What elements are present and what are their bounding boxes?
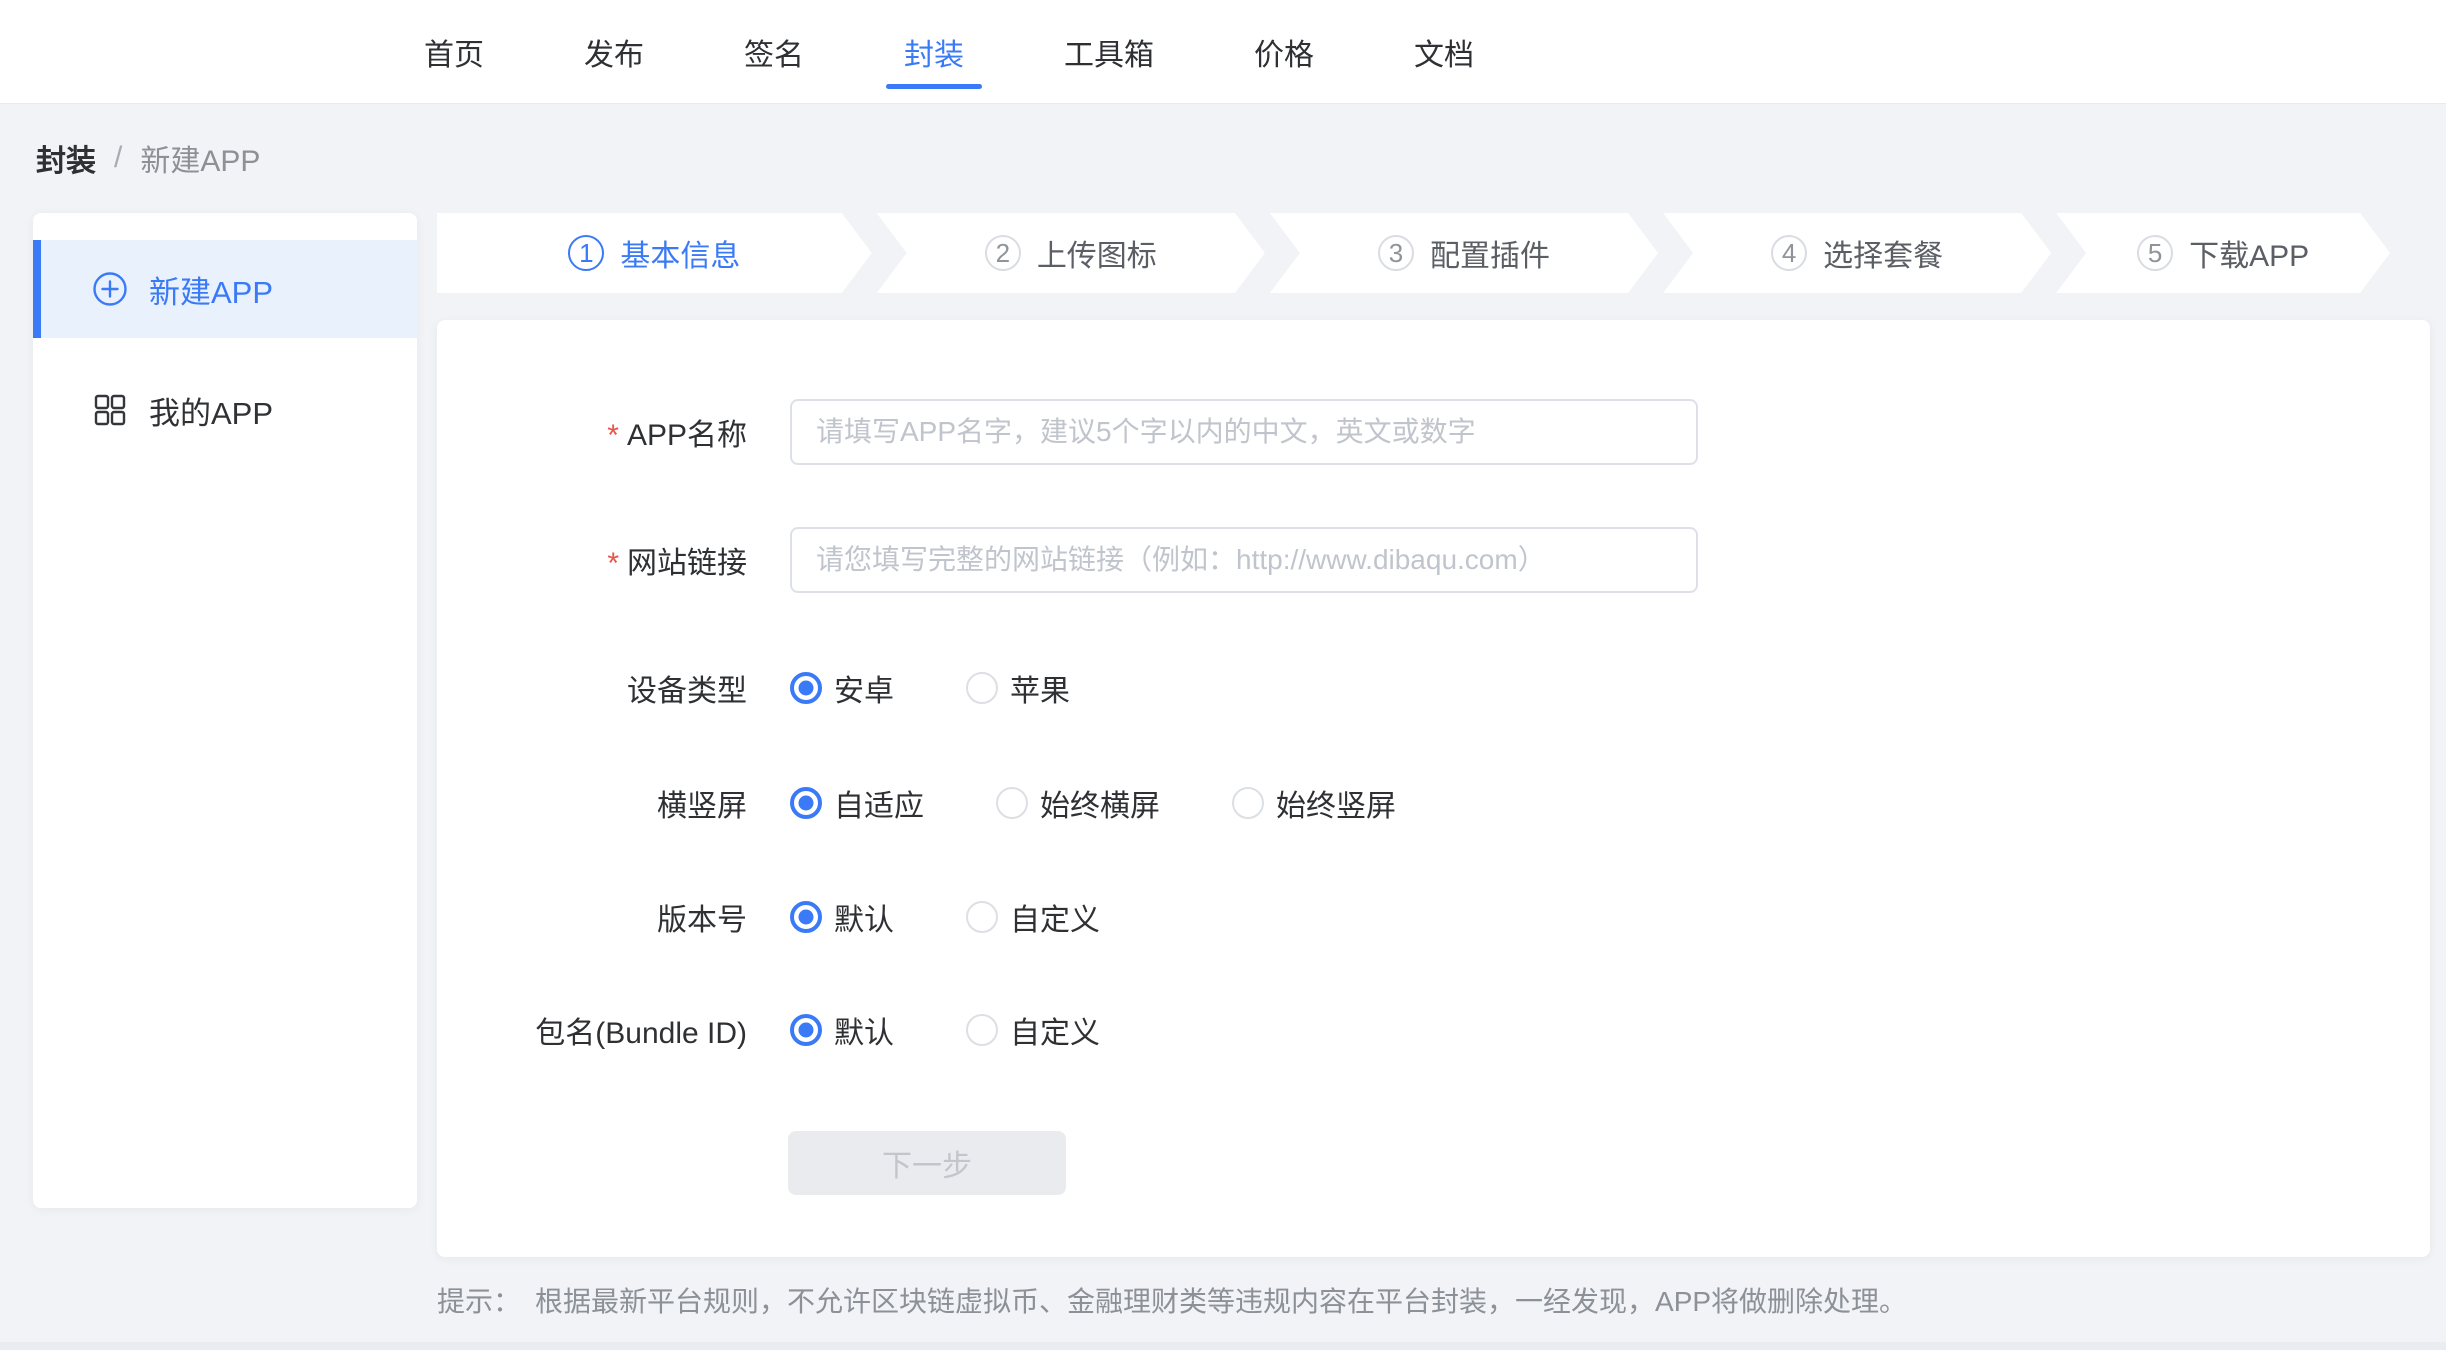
radio-selected-icon[interactable]	[790, 901, 822, 933]
step-upload-icon[interactable]: 2 上传图标	[877, 213, 1265, 293]
radio-option-always-landscape[interactable]: 始终横屏	[996, 781, 1160, 825]
form-row-device-type: 设备类型 安卓 苹果	[437, 666, 2430, 710]
radio-unselected-icon[interactable]	[966, 672, 998, 704]
field-label: 设备类型	[437, 666, 747, 710]
radio-unselected-icon[interactable]	[966, 901, 998, 933]
step-number: 1	[568, 235, 604, 271]
field-label: 包名(Bundle ID)	[437, 1008, 747, 1052]
hint-text: 根据最新平台规则，不允许区块链虚拟币、金融理财类等违规内容在平台封装，一经发现，…	[535, 1280, 1907, 1320]
step-number: 5	[2137, 235, 2173, 271]
step-basic-info[interactable]: 1 基本信息	[437, 213, 872, 293]
step-number: 3	[1378, 235, 1414, 271]
field-label: 版本号	[437, 895, 747, 939]
field-label: 横竖屏	[437, 781, 747, 825]
step-label: 选择套餐	[1823, 231, 1943, 275]
step-select-plan[interactable]: 4 选择套餐	[1663, 213, 2051, 293]
radio-selected-icon[interactable]	[790, 672, 822, 704]
site-url-input[interactable]	[790, 527, 1698, 593]
required-marker: *	[607, 547, 619, 580]
radio-option-version-custom[interactable]: 自定义	[966, 895, 1100, 939]
nav-item-price[interactable]: 价格	[1254, 30, 1314, 74]
form-row-app-name: *APP名称	[437, 399, 2430, 465]
breadcrumb-root[interactable]: 封装	[36, 136, 96, 180]
plus-circle-icon	[93, 272, 127, 306]
step-label: 配置插件	[1430, 231, 1550, 275]
breadcrumb: 封装 / 新建APP	[36, 136, 260, 180]
breadcrumb-current: 新建APP	[140, 136, 260, 180]
radio-selected-icon[interactable]	[790, 787, 822, 819]
radio-option-always-portrait[interactable]: 始终竖屏	[1232, 781, 1396, 825]
form-row-orientation: 横竖屏 自适应 始终横屏 始终竖屏	[437, 781, 2430, 825]
form-row-site-url: *网站链接	[437, 527, 2430, 593]
radio-unselected-icon[interactable]	[1232, 787, 1264, 819]
radio-option-ios[interactable]: 苹果	[966, 666, 1070, 710]
sidebar-item-new-app[interactable]: 新建APP	[33, 240, 417, 338]
radio-option-android[interactable]: 安卓	[790, 666, 894, 710]
step-label: 基本信息	[620, 231, 740, 275]
nav-item-sign[interactable]: 签名	[744, 30, 804, 74]
nav-item-package[interactable]: 封装	[904, 30, 964, 74]
active-indicator-bar	[33, 240, 41, 338]
nav-item-toolbox[interactable]: 工具箱	[1064, 30, 1154, 74]
step-wizard: 1 基本信息 2 上传图标 3 配置插件 4 选择套餐 5 下载APP	[437, 213, 2390, 293]
radio-option-adaptive[interactable]: 自适应	[790, 781, 924, 825]
sidebar-item-label: 新建APP	[149, 267, 273, 312]
step-label: 上传图标	[1037, 231, 1157, 275]
nav-item-home[interactable]: 首页	[424, 30, 484, 74]
footer-strip	[0, 1342, 2446, 1350]
page: 首页 发布 签名 封装 工具箱 价格 文档 封装 / 新建APP 新建APP	[0, 0, 2446, 1350]
top-header: 首页 发布 签名 封装 工具箱 价格 文档	[0, 0, 2446, 104]
radio-unselected-icon[interactable]	[996, 787, 1028, 819]
nav-item-publish[interactable]: 发布	[584, 30, 644, 74]
breadcrumb-separator: /	[114, 141, 122, 175]
field-label: *网站链接	[437, 538, 747, 582]
step-number: 2	[985, 235, 1021, 271]
step-label: 下载APP	[2189, 231, 2309, 275]
radio-option-bundle-custom[interactable]: 自定义	[966, 1008, 1100, 1052]
form-row-bundle-id: 包名(Bundle ID) 默认 自定义	[437, 1008, 2430, 1052]
sidebar-item-my-apps[interactable]: 我的APP	[33, 361, 417, 459]
sidebar-item-label: 我的APP	[149, 388, 273, 433]
step-download-app[interactable]: 5 下载APP	[2056, 213, 2390, 293]
sidebar: 新建APP 我的APP	[33, 213, 417, 1208]
radio-selected-icon[interactable]	[790, 1014, 822, 1046]
hint-prefix: 提示：	[437, 1280, 521, 1320]
radio-option-bundle-default[interactable]: 默认	[790, 1008, 894, 1052]
radio-option-version-default[interactable]: 默认	[790, 895, 894, 939]
step-configure-plugins[interactable]: 3 配置插件	[1270, 213, 1658, 293]
main-nav: 首页 发布 签名 封装 工具箱 价格 文档	[424, 0, 1474, 104]
field-label: *APP名称	[437, 410, 747, 454]
step-number: 4	[1771, 235, 1807, 271]
next-step-button[interactable]: 下一步	[788, 1131, 1066, 1195]
required-marker: *	[607, 419, 619, 452]
radio-unselected-icon[interactable]	[966, 1014, 998, 1046]
app-name-input[interactable]	[790, 399, 1698, 465]
form-row-version: 版本号 默认 自定义	[437, 895, 2430, 939]
platform-rules-hint: 提示： 根据最新平台规则，不允许区块链虚拟币、金融理财类等违规内容在平台封装，一…	[437, 1280, 1907, 1320]
grid-icon	[93, 393, 127, 427]
new-app-form: *APP名称 *网站链接 设备类型 安卓	[437, 320, 2430, 1257]
nav-item-docs[interactable]: 文档	[1414, 30, 1474, 74]
